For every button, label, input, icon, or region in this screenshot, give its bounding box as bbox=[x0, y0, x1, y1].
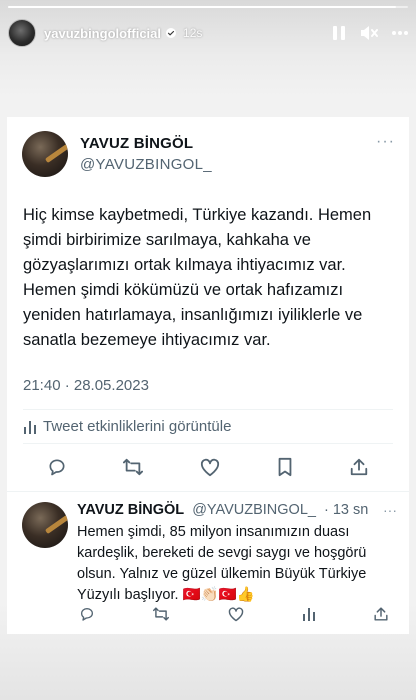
story-username[interactable]: yavuzbingolofficial bbox=[44, 26, 161, 41]
avatar[interactable] bbox=[22, 502, 68, 548]
tweet-card[interactable]: YAVUZ BİNGÖL @YAVUZBINGOL_ ··· Hiç kimse… bbox=[7, 117, 409, 491]
verified-icon bbox=[166, 28, 177, 38]
share-icon[interactable] bbox=[373, 606, 389, 622]
author-handle[interactable]: @YAVUZBINGOL_ bbox=[80, 156, 212, 173]
mute-icon[interactable] bbox=[360, 25, 378, 41]
tweet-timestamp[interactable]: 21:40 · 28.05.2023 bbox=[23, 377, 149, 394]
story-time: 12s bbox=[183, 26, 203, 40]
chart-icon[interactable] bbox=[302, 606, 316, 622]
chart-icon bbox=[24, 420, 36, 434]
tweet-actions bbox=[47, 457, 369, 477]
reply-header: YAVUZ BİNGÖL @YAVUZBINGOL_ · 13 sn bbox=[77, 502, 368, 518]
share-icon[interactable] bbox=[349, 457, 369, 477]
tweet-activity-label: Tweet etkinliklerini görüntüle bbox=[43, 418, 232, 435]
bookmark-icon[interactable] bbox=[276, 457, 294, 477]
reply-icon[interactable] bbox=[47, 457, 67, 477]
pause-icon[interactable] bbox=[332, 25, 346, 41]
reply-time[interactable]: · 13 sn bbox=[324, 502, 368, 518]
reply-tweet-card[interactable]: YAVUZ BİNGÖL @YAVUZBINGOL_ · 13 sn ··· H… bbox=[7, 491, 409, 634]
retweet-icon[interactable] bbox=[152, 606, 170, 622]
reply-author-handle[interactable]: @YAVUZBINGOL_ bbox=[192, 502, 316, 518]
story-progress-bar bbox=[8, 6, 408, 8]
reply-author-name[interactable]: YAVUZ BİNGÖL bbox=[77, 502, 184, 518]
more-options-icon[interactable]: ··· bbox=[376, 134, 395, 150]
story-progress-fill bbox=[8, 6, 396, 8]
story-controls bbox=[332, 25, 408, 41]
story-header: yavuzbingolofficial 12s bbox=[8, 16, 408, 50]
divider bbox=[23, 443, 393, 444]
tweet-text: Hiç kimse kaybetmedi, Türkiye kazandı. H… bbox=[23, 206, 372, 349]
story-avatar[interactable] bbox=[8, 19, 36, 47]
tweet-header: YAVUZ BİNGÖL @YAVUZBINGOL_ bbox=[22, 131, 212, 177]
divider bbox=[23, 409, 393, 410]
like-icon[interactable] bbox=[199, 457, 221, 477]
reply-icon[interactable] bbox=[79, 606, 95, 622]
avatar[interactable] bbox=[22, 131, 68, 177]
tweet-activity-link[interactable]: Tweet etkinliklerini görüntüle bbox=[23, 418, 231, 435]
author-name[interactable]: YAVUZ BİNGÖL bbox=[80, 135, 212, 152]
reply-text: Hemen şimdi, 85 milyon insanımızın duası… bbox=[77, 524, 367, 603]
reply-actions bbox=[79, 606, 389, 622]
like-icon[interactable] bbox=[227, 606, 245, 622]
more-options-icon[interactable]: ··· bbox=[383, 502, 397, 518]
more-icon[interactable] bbox=[392, 31, 408, 35]
retweet-icon[interactable] bbox=[122, 457, 144, 477]
